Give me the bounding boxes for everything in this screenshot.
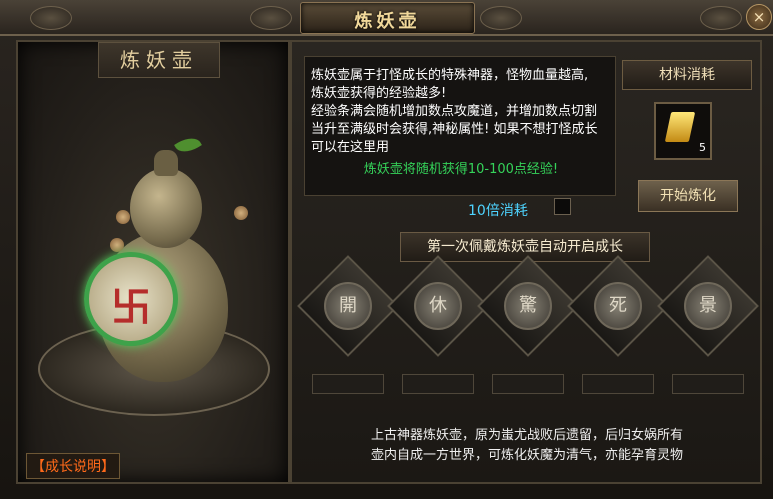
rune-2: 休 bbox=[414, 282, 462, 330]
desc-line: 炼妖壶获得的经验越多! bbox=[311, 86, 447, 101]
desc-line: 经验条满会随机增加数点攻魔道，并增加数点切割 bbox=[311, 104, 598, 119]
rune-5: 景 bbox=[684, 282, 732, 330]
gourd-top bbox=[130, 168, 202, 248]
rune-4: 死 bbox=[594, 282, 642, 330]
rune-slot[interactable]: 景 bbox=[657, 255, 759, 357]
desc-line: 当升至满级时会获得,神秘属性! 如果不想打怪成长 bbox=[311, 122, 598, 137]
lore-line: 上古神器炼妖壶，原为蚩尤战败后遗留，后归女娲所有 bbox=[370, 428, 683, 443]
desc-line: 炼妖壶属于打怪成长的特殊神器，怪物血量越高, bbox=[311, 68, 589, 83]
rune-slot[interactable]: 驚 bbox=[477, 255, 579, 357]
title-bar: 炼妖壶 × bbox=[0, 0, 773, 36]
desc-line: 可以在这里用 bbox=[311, 140, 390, 155]
talisman-icon bbox=[664, 112, 696, 142]
start-refine-button[interactable]: 开始炼化 bbox=[638, 180, 738, 212]
rune-base bbox=[672, 374, 744, 394]
tenx-cost-label: 10倍消耗 bbox=[468, 203, 528, 219]
leaf-icon bbox=[174, 132, 202, 158]
ornament-left bbox=[30, 6, 72, 30]
rune-base bbox=[312, 374, 384, 394]
growth-help-link[interactable]: 【成长说明】 bbox=[26, 453, 120, 479]
description-text: 炼妖壶属于打怪成长的特殊神器，怪物血量越高, 炼妖壶获得的经验越多! 经验条满会… bbox=[311, 67, 611, 179]
rune-base bbox=[492, 374, 564, 394]
close-button[interactable]: × bbox=[746, 4, 772, 30]
charm-glyph: 卐 bbox=[111, 285, 151, 331]
ornament-right-inner bbox=[480, 6, 522, 30]
charm-token: 卐 bbox=[84, 252, 178, 346]
control-panel: 炼妖壶属于打怪成长的特殊神器，怪物血量越高, 炼妖壶获得的经验越多! 经验条满会… bbox=[290, 40, 762, 484]
window-title: 炼妖壶 bbox=[354, 11, 421, 32]
rune-1: 開 bbox=[324, 282, 372, 330]
materials-title: 材料消耗 bbox=[622, 60, 752, 90]
exp-note: 炼妖壶将随机获得10-100点经验! bbox=[363, 162, 559, 177]
artifact-panel: 炼妖壶 卐 【成长说明】 bbox=[16, 40, 290, 484]
rune-base bbox=[582, 374, 654, 394]
lore-text: 上古神器炼妖壶，原为蚩尤战败后遗留，后归女娲所有 壶内自成一方世界，可炼化妖魔为… bbox=[332, 426, 722, 466]
bead bbox=[110, 238, 124, 252]
bead bbox=[116, 210, 130, 224]
material-slot[interactable]: 5 bbox=[654, 102, 712, 160]
gourd-neck bbox=[154, 150, 178, 176]
ornament-left-inner bbox=[250, 6, 292, 30]
rune-3: 驚 bbox=[504, 282, 552, 330]
rune-slot[interactable]: 開 bbox=[297, 255, 399, 357]
lore-line: 壶内自成一方世界，可炼化妖魔为清气，亦能孕育灵物 bbox=[370, 448, 683, 463]
rune-slot[interactable]: 休 bbox=[387, 255, 489, 357]
material-count: 5 bbox=[699, 141, 706, 154]
ornament-right bbox=[700, 6, 742, 30]
rune-base bbox=[402, 374, 474, 394]
panel-title: 炼妖壶 bbox=[98, 42, 220, 78]
rune-slot[interactable]: 死 bbox=[567, 255, 669, 357]
title-plate: 炼妖壶 bbox=[300, 2, 475, 34]
tenx-checkbox[interactable] bbox=[554, 198, 571, 215]
window-frame: 炼妖壶 × 炼妖壶 卐 【成长说明】 炼妖壶属于打怪成长的特殊神器，怪物血量越高… bbox=[0, 0, 773, 499]
description-box: 炼妖壶属于打怪成长的特殊神器，怪物血量越高, 炼妖壶获得的经验越多! 经验条满会… bbox=[304, 56, 616, 196]
bead bbox=[234, 206, 248, 220]
